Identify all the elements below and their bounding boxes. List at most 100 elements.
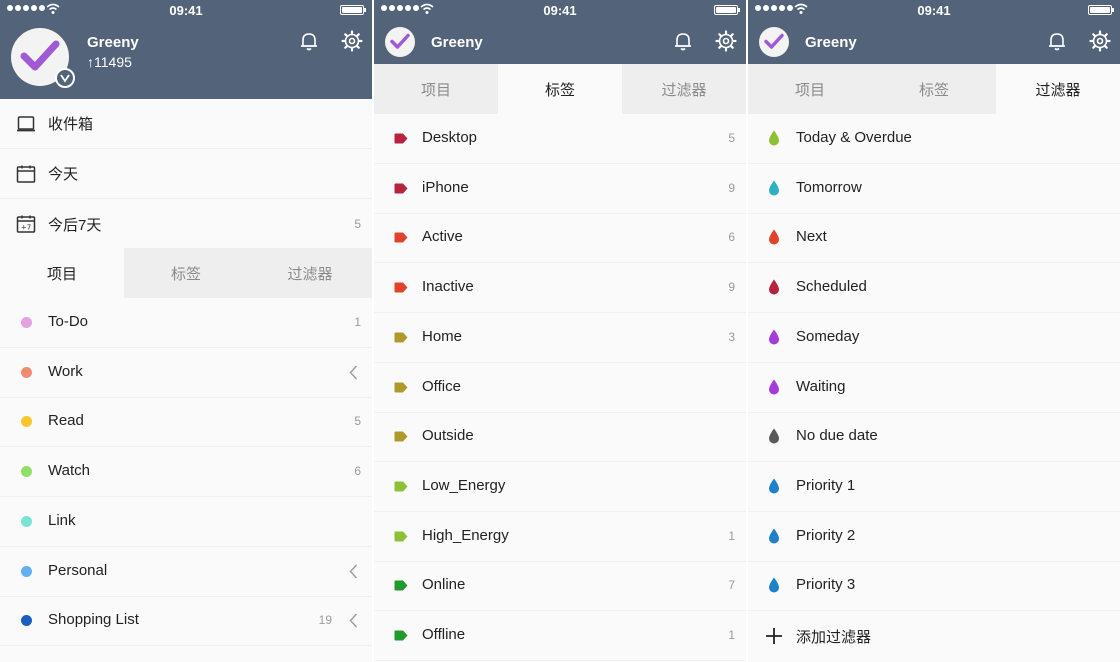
filter-drop-icon [769,180,779,196]
label-row[interactable]: Desktop 5 [374,114,746,164]
filter-name: Someday [796,327,860,345]
screen-filters: 09:41 Greeny 项目 标签 过滤器 Today & Overdue To… [748,0,1120,662]
chevron-left-icon[interactable] [349,564,358,579]
nav-inbox[interactable]: 收件箱 [0,99,372,149]
filter-name: Waiting [796,377,846,395]
filter-row[interactable]: Next [748,213,1120,264]
project-row[interactable]: Personal [0,547,372,597]
filter-row[interactable]: Scheduled [748,263,1120,314]
label-row[interactable]: Active 6 [374,213,746,264]
tab-bar: 项目 标签 过滤器 [374,64,746,114]
project-count: 1 [354,315,361,329]
gear-icon[interactable] [341,30,363,52]
tab-bar: 项目 标签 过滤器 [748,64,1120,114]
battery-icon [340,5,366,15]
label-row[interactable]: Home 3 [374,313,746,363]
clock: 09:41 [169,3,203,18]
project-row[interactable]: Shopping List 19 [0,596,372,647]
label-name: Online [422,576,466,594]
project-name: To-Do [48,313,89,330]
project-row[interactable]: Watch 6 [0,447,372,498]
label-name: iPhone [422,178,469,196]
filter-name: Next [796,228,827,246]
label-row[interactable]: Office [374,363,746,413]
filter-drop-icon [769,577,779,593]
filter-row[interactable]: Someday [748,313,1120,363]
project-name: Work [48,362,83,380]
nav-next-7-days[interactable]: +7 今后7天 5 [0,199,372,249]
filter-drop-icon [769,279,779,295]
tab-projects[interactable]: 项目 [0,248,124,298]
label-count: 6 [728,230,735,245]
status-bar: 09:41 [374,0,746,20]
filter-name: Priority 2 [796,526,856,544]
nav-today[interactable]: 今天 [0,149,372,199]
project-color-dot [21,466,32,478]
filter-row[interactable]: Waiting [748,363,1120,413]
gear-icon[interactable] [715,30,737,52]
add-filter-button[interactable]: 添加过滤器 [748,611,1120,661]
chevron-left-icon[interactable] [349,365,358,380]
add-filter-label: 添加过滤器 [796,629,872,646]
filter-drop-icon [769,528,779,544]
project-color-dot [21,515,32,527]
svg-text:+7: +7 [21,224,31,232]
user-name: Greeny [805,34,857,51]
filter-drop-icon [769,130,779,146]
status-bar: 09:41 [0,0,372,20]
tab-labels[interactable]: 标签 [124,248,248,298]
tab-filters[interactable]: 过滤器 [996,64,1120,114]
project-color-dot [21,317,32,328]
label-row[interactable]: Outside [374,412,746,463]
user-name: Greeny [431,34,483,51]
karma-score: ↑11495 [87,54,132,70]
bell-icon[interactable] [298,30,320,52]
project-name: Shopping List [48,611,139,629]
label-row[interactable]: iPhone 9 [374,164,746,214]
filter-name: Scheduled [796,278,867,296]
avatar[interactable] [385,27,415,57]
project-row[interactable]: To-Do 1 [0,298,372,348]
tab-filters[interactable]: 过滤器 [248,248,372,298]
label-row[interactable]: Online 7 [374,561,746,612]
filter-row[interactable]: Today & Overdue [748,114,1120,164]
label-row[interactable]: Offline 1 [374,611,746,661]
filter-row[interactable]: Priority 2 [748,512,1120,562]
label-row[interactable]: Inactive 9 [374,263,746,314]
project-row[interactable]: Work [0,348,372,398]
label-name: High_Energy [422,526,509,544]
nav-next-7-days-count: 5 [354,217,361,231]
project-row[interactable]: Link [0,497,372,547]
tab-projects[interactable]: 项目 [374,64,498,114]
project-name: Read [48,412,84,430]
filter-name: No due date [796,427,878,445]
nav-inbox-label: 收件箱 [48,116,94,133]
plus-icon [766,628,782,644]
label-row[interactable]: Low_Energy [374,462,746,512]
project-count: 6 [354,464,361,479]
filter-row[interactable]: Tomorrow [748,164,1120,214]
filter-row[interactable]: No due date [748,412,1120,463]
tab-filters[interactable]: 过滤器 [622,64,746,114]
label-tag-icon [394,431,408,442]
tab-labels[interactable]: 标签 [872,64,996,114]
filter-row[interactable]: Priority 3 [748,561,1120,612]
label-tag-icon [394,183,408,194]
premium-badge-icon [55,68,75,88]
bell-icon[interactable] [672,30,694,52]
label-count: 1 [728,528,735,543]
bell-icon[interactable] [1046,30,1068,52]
avatar[interactable] [759,27,789,57]
project-row[interactable]: Read 5 [0,397,372,448]
label-count: 3 [728,329,735,344]
tab-projects[interactable]: 项目 [748,64,872,114]
label-row[interactable]: High_Energy 1 [374,512,746,562]
filter-row[interactable]: Priority 1 [748,462,1120,512]
tab-labels[interactable]: 标签 [498,64,622,114]
gear-icon[interactable] [1089,30,1111,52]
tab-bar: 项目 标签 过滤器 [0,248,372,298]
filter-name: Today & Overdue [796,129,912,146]
profile-header: 09:41 Greeny ↑11495 [0,0,372,99]
chevron-left-icon[interactable] [349,613,358,628]
label-count: 9 [728,280,735,295]
